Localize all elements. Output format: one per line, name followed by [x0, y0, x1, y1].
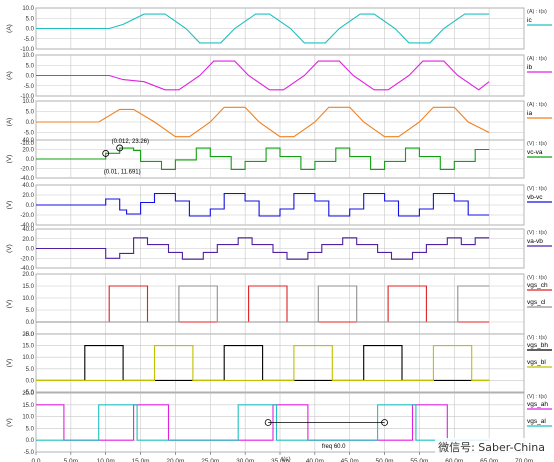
legend-label-vgs_bl: vgs_bl — [527, 359, 546, 366]
y-axis-label: (A) — [6, 24, 13, 33]
y-tick-label: 0.0 — [26, 320, 35, 326]
y-tick-label: 5.0 — [26, 367, 35, 373]
annotation-label: (0.012, 23.26) — [112, 139, 149, 145]
legend-label-vb-vc: vb-vc — [527, 194, 543, 201]
legend-label-ib: ib — [527, 64, 532, 71]
y-axis-label: (V) — [6, 359, 13, 368]
x-tick-label: 15.0m — [132, 458, 150, 462]
legend-label-vgs_bh: vgs_bh — [527, 342, 548, 349]
y-tick-label: 10.0 — [22, 99, 34, 105]
x-tick-label: 40.0m — [306, 458, 324, 462]
x-tick-label: 55.0m — [410, 458, 428, 462]
x-tick-label: 0.0 — [31, 458, 40, 462]
y-tick-label: 5.0 — [26, 110, 35, 116]
x-tick-label: 65.0m — [480, 458, 498, 462]
x-tick-label: 5.0m — [64, 458, 78, 462]
y-tick-label: 0.0 — [26, 157, 35, 163]
unit-label: (V) : t(s) — [527, 186, 547, 192]
unit-label: (A) : t(s) — [527, 102, 547, 108]
y-tick-label: 0.0 — [26, 27, 35, 33]
y-tick-label: 15.0 — [22, 344, 34, 350]
x-tick-label: 45.0m — [341, 458, 359, 462]
y-tick-label: -5.0 — [24, 84, 35, 90]
y-tick-label: -20.0 — [20, 256, 34, 262]
x-tick-label: 25.0m — [201, 458, 219, 462]
y-tick-label: -5.0 — [24, 37, 35, 43]
y-axis-label: (A) — [6, 71, 13, 80]
y-tick-label: 20.0 — [22, 193, 34, 199]
y-axis-label: (V) — [6, 244, 13, 253]
y-axis-label: (V) — [6, 418, 13, 427]
y-tick-label: -20.0 — [20, 167, 34, 173]
x-tick-label: 50.0m — [376, 458, 394, 462]
x-tick-label: 10.0m — [97, 458, 115, 462]
y-tick-label: 0.0 — [26, 74, 35, 80]
legend-label-vc-va: vc-va — [527, 149, 543, 156]
y-tick-label: 0.0 — [26, 203, 35, 209]
legend-label-vgs_ah: vgs_ah — [527, 401, 548, 408]
legend-label-ia: ia — [527, 110, 532, 117]
unit-label: (V) : t(s) — [527, 275, 547, 281]
y-tick-label: 20.0 — [22, 148, 34, 154]
annotation-label: (0.01, 11.691) — [104, 169, 141, 175]
legend-label-vgs_ch: vgs_ch — [527, 282, 548, 289]
legend-label-vgs_al: vgs_al — [527, 418, 546, 425]
watermark: 微信号: Saber-China — [435, 438, 548, 456]
y-tick-label: 0.0 — [26, 438, 35, 444]
y-tick-label: -40.0 — [20, 176, 34, 182]
y-tick-label: 40.0 — [22, 227, 34, 233]
y-tick-label: 10.0 — [22, 355, 34, 361]
y-tick-label: 0.0 — [26, 378, 35, 384]
legend-label-va-vb: va-vb — [527, 238, 543, 245]
y-axis-label: (V) — [6, 201, 13, 210]
y-tick-label: 20.0 — [22, 391, 34, 397]
y-tick-label: 10.0 — [22, 296, 34, 302]
y-tick-label: 15.0 — [22, 284, 34, 290]
legend-label-vgs_cl: vgs_cl — [527, 299, 546, 306]
y-tick-label: 0.0 — [26, 120, 35, 126]
y-tick-label: 40.0 — [22, 183, 34, 189]
x-tick-label: 70.0m — [515, 458, 533, 462]
unit-label: (A) : t(s) — [527, 9, 547, 15]
y-axis-label: (V) — [6, 155, 13, 164]
x-tick-label: 60.0m — [445, 458, 463, 462]
annotation-freq: freq 60.0 — [322, 444, 346, 450]
y-tick-label: 20.0 — [22, 237, 34, 243]
y-tick-label: 10.0 — [22, 6, 34, 12]
y-tick-label: 40.0 — [22, 138, 34, 144]
y-tick-label: 0.0 — [26, 247, 35, 253]
x-tick-label: 20.0m — [166, 458, 184, 462]
y-tick-label: 20.0 — [22, 272, 34, 278]
unit-label: (V) : t(s) — [527, 335, 547, 341]
y-tick-label: -20.0 — [20, 213, 34, 219]
x-axis-label: t(s) — [281, 456, 290, 462]
y-tick-label: 10.0 — [22, 415, 34, 421]
y-tick-label: 5.0 — [26, 16, 35, 22]
waveform-viewer: 10.05.00.0-5.0-10.0(A)(A) : t(s)ic10.05.… — [6, 6, 552, 462]
y-axis-label: (V) — [6, 300, 13, 309]
unit-label: (A) : t(s) — [527, 56, 547, 62]
y-tick-label: -5.0 — [24, 450, 35, 456]
y-tick-label: -5.0 — [24, 131, 35, 137]
y-tick-label: 10.0 — [22, 53, 34, 59]
y-tick-label: 15.0 — [22, 403, 34, 409]
unit-label: (V) : t(s) — [527, 394, 547, 400]
y-tick-label: 5.0 — [26, 63, 35, 69]
y-tick-label: 20.0 — [22, 332, 34, 338]
x-tick-label: 30.0m — [236, 458, 254, 462]
legend-label-ic: ic — [527, 17, 532, 24]
y-tick-label: 5.0 — [26, 426, 35, 432]
unit-label: (V) : t(s) — [527, 141, 547, 147]
y-tick-label: 5.0 — [26, 308, 35, 314]
unit-label: (V) : t(s) — [527, 230, 547, 236]
y-axis-label: (A) — [6, 118, 13, 127]
